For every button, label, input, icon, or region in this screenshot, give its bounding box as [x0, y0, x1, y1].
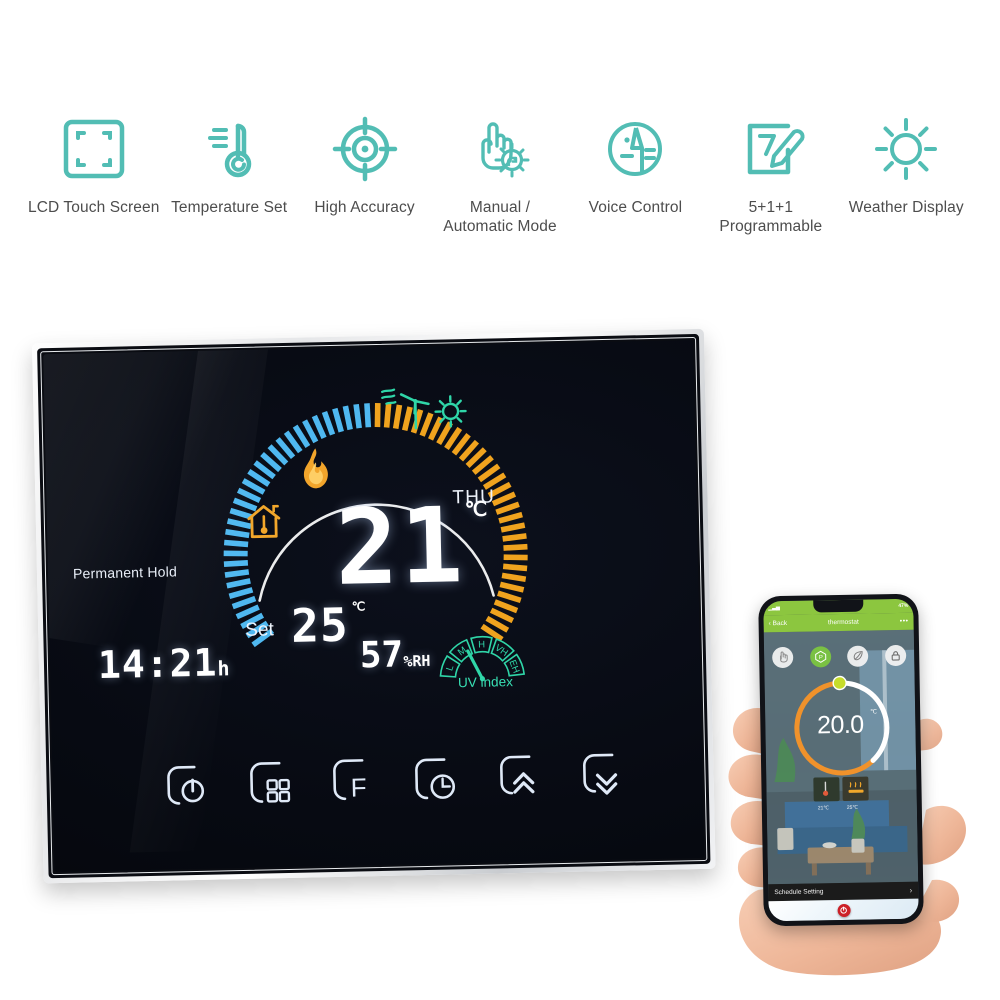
dial-tick [231, 595, 257, 610]
humidity-value: 57 [359, 634, 404, 677]
chevron-right-icon: › [909, 885, 913, 895]
dial-tick [502, 563, 528, 572]
app-title: thermostat [827, 618, 859, 627]
dial-tick [491, 491, 517, 507]
feature-programmable: 5+1+1 Programmable [703, 112, 838, 236]
back-button[interactable]: ‹ Back [769, 620, 788, 627]
wind-turbine-icon [381, 388, 430, 430]
dial-tick [503, 554, 528, 561]
weekday-label: THU [452, 486, 496, 509]
touch-button-row: F [158, 742, 629, 822]
dial-tick [501, 572, 527, 582]
dial-tick [498, 511, 523, 524]
feature-lcd-touch-screen: LCD Touch Screen [26, 112, 161, 217]
app-header: ‹ Back thermostat ••• [763, 612, 914, 633]
set-temperature-unit: ℃ [351, 599, 366, 614]
app-power-zone [768, 898, 919, 922]
feature-temperature-set: Temperature Set [161, 112, 296, 217]
dial-tick [495, 501, 520, 515]
more-menu-button[interactable]: ••• [900, 618, 909, 625]
feature-label: Weather Display [848, 199, 964, 216]
lock-mode-button[interactable] [884, 644, 907, 666]
flame-heating-icon [303, 448, 328, 489]
sun-weather-icon [434, 395, 467, 428]
uv-segment-label: H [478, 639, 485, 650]
set-label: Set [245, 619, 275, 641]
humidity-unit: %RH [403, 651, 431, 671]
set-temperature: 25 [290, 597, 350, 653]
signal-icon: ▁▃▅ [768, 605, 780, 612]
app-dial-temperature: 20.0 [816, 710, 864, 740]
house-thermometer-icon [247, 504, 281, 539]
sun-icon [869, 112, 943, 186]
phone-screen: ▁▃▅ 47% ‹ Back thermostat ••• P 20.0 ℃ 2… [763, 598, 919, 922]
feature-manual-automatic-mode: Manual / Automatic Mode [432, 112, 567, 236]
dial-tick [497, 590, 522, 604]
battery-percent: 47% [898, 602, 909, 609]
eco-mode-button[interactable] [847, 645, 869, 667]
lcd-screen: Permanent Hold 21 ℃ THU Set 25 ℃ 14:21h … [43, 340, 705, 873]
smartphone: ▁▃▅ 47% ‹ Back thermostat ••• P 20.0 ℃ 2… [758, 593, 924, 927]
dial-tick [499, 581, 525, 593]
dial-tick [332, 407, 344, 433]
feature-label: Manual / Automatic Mode [443, 199, 557, 235]
dial-tick [353, 403, 362, 429]
hold-status-text: Permanent Hold [72, 563, 178, 582]
lcd-screen-icon [57, 112, 131, 186]
feature-label: Temperature Set [171, 199, 288, 216]
thermostat-panel: Permanent Hold 21 ℃ THU Set 25 ℃ 14:21h … [31, 328, 724, 904]
feature-label: Voice Control [588, 199, 683, 216]
uv-index-label: UV index [457, 674, 514, 691]
dial-tick [235, 604, 260, 620]
dial-tick [500, 522, 526, 533]
feature-label: High Accuracy [314, 199, 415, 216]
mode-buttons: P [764, 642, 914, 671]
dial-tick [502, 533, 527, 542]
hand-gear-icon [463, 112, 537, 186]
temp-down-button[interactable] [572, 749, 629, 806]
timer-button[interactable] [406, 752, 463, 809]
dial-tick [503, 543, 528, 551]
dial-tick [493, 599, 519, 614]
feature-strip: LCD Touch Screen Temperature Set High Ac… [0, 112, 1000, 262]
weather-icons-group [381, 388, 467, 430]
dial-tick [374, 403, 381, 428]
program-mode-button[interactable]: P [809, 645, 832, 668]
phone-notch [813, 599, 864, 613]
uv-segment-label: L [444, 664, 456, 672]
app-body: P 20.0 ℃ 21℃ 25℃ [763, 629, 919, 885]
crosshair-target-icon [328, 112, 402, 186]
feature-weather-display: Weather Display [839, 112, 974, 217]
current-temperature: 21 [334, 484, 467, 609]
note-pencil-icon [734, 112, 808, 186]
fahrenheit-button[interactable]: F [324, 754, 381, 811]
dial-tick [321, 410, 336, 436]
svg-text:21℃: 21℃ [818, 805, 830, 811]
dial-tick [364, 403, 372, 428]
dial-tick [342, 405, 353, 431]
feature-voice-control: Voice Control [568, 112, 703, 217]
temp-up-button[interactable] [489, 750, 546, 807]
voice-microphone-icon [598, 112, 672, 186]
humidity-display: 57%RH [359, 634, 431, 677]
app-dial-unit: ℃ [870, 709, 877, 716]
svg-text:25℃: 25℃ [847, 805, 859, 811]
schedule-label: Schedule Setting [774, 888, 824, 897]
dial-tick [311, 414, 327, 440]
svg-text:F: F [350, 772, 367, 802]
feature-high-accuracy: High Accuracy [297, 112, 432, 217]
feature-label: 5+1+1 Programmable [719, 199, 823, 235]
feature-label: LCD Touch Screen [28, 199, 160, 216]
svg-text:P: P [819, 655, 823, 661]
thermometer-icon [192, 112, 266, 186]
app-power-button[interactable] [837, 903, 851, 917]
manual-mode-button[interactable] [772, 646, 794, 668]
product-image: LCD Touch Screen Temperature Set High Ac… [0, 0, 1000, 1000]
menu-button[interactable] [241, 756, 298, 813]
phone-in-hand: ▁▃▅ 47% ‹ Back thermostat ••• P 20.0 ℃ 2… [700, 560, 1000, 1000]
pillow-readouts: 21℃ 25℃ [813, 776, 869, 811]
